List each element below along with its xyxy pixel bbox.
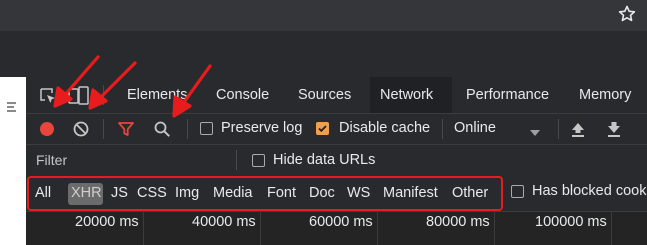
timeline-tick: 60000 ms: [309, 214, 373, 230]
hide-data-urls-label[interactable]: Hide data URLs: [273, 152, 375, 168]
timeline-tick: 20000 ms: [75, 214, 139, 230]
blocked-cookies-label[interactable]: Has blocked cook: [532, 183, 646, 199]
tab-memory[interactable]: Memory: [579, 77, 631, 113]
inspect-element-icon[interactable]: [38, 86, 58, 106]
browser-tab-strip: [0, 0, 647, 31]
browser-toolbar-area: [0, 31, 647, 77]
timeline-tick: 100000 ms: [535, 214, 607, 230]
tab-performance[interactable]: Performance: [466, 77, 549, 113]
filter-icon[interactable]: [117, 120, 135, 138]
star-icon[interactable]: [617, 4, 637, 24]
device-toolbar-icon[interactable]: [68, 86, 90, 106]
timeline-gridline: [143, 212, 144, 245]
timeline-gridline: [260, 212, 261, 245]
preserve-log-checkbox[interactable]: [200, 122, 213, 135]
filter-separator: [236, 150, 237, 170]
toolbar-separator: [558, 119, 559, 139]
preserve-log-label[interactable]: Preserve log: [221, 120, 302, 136]
toolbar-separator: [103, 119, 104, 139]
tab-elements[interactable]: Elements: [127, 77, 187, 113]
tab-separator: [103, 85, 104, 105]
record-icon[interactable]: [38, 120, 56, 138]
tab-network[interactable]: Network: [380, 77, 433, 113]
annotation-highlight-box: [27, 176, 503, 211]
timeline-tick: 80000 ms: [426, 214, 490, 230]
dropdown-arrow-icon[interactable]: [530, 124, 540, 136]
export-har-icon[interactable]: [606, 120, 622, 138]
toolbar-separator: [442, 119, 443, 139]
page-content-glyph: [5, 100, 19, 114]
tab-console[interactable]: Console: [216, 77, 269, 113]
throttling-select[interactable]: Online: [454, 120, 496, 136]
blocked-cookies-checkbox[interactable]: [511, 185, 524, 198]
timeline-gridline: [611, 212, 612, 245]
hide-data-urls-checkbox[interactable]: [252, 154, 265, 167]
disable-cache-label[interactable]: Disable cache: [339, 120, 430, 136]
timeline-gridline: [494, 212, 495, 245]
disable-cache-checkbox[interactable]: [316, 122, 329, 135]
import-har-icon[interactable]: [570, 120, 586, 138]
filter-input[interactable]: Filter: [36, 152, 67, 168]
clear-icon[interactable]: [72, 120, 90, 138]
timeline-tick: 40000 ms: [192, 214, 256, 230]
tab-sources[interactable]: Sources: [298, 77, 351, 113]
search-icon[interactable]: [153, 120, 171, 138]
toolbar-separator: [187, 119, 188, 139]
timeline-gridline: [377, 212, 378, 245]
